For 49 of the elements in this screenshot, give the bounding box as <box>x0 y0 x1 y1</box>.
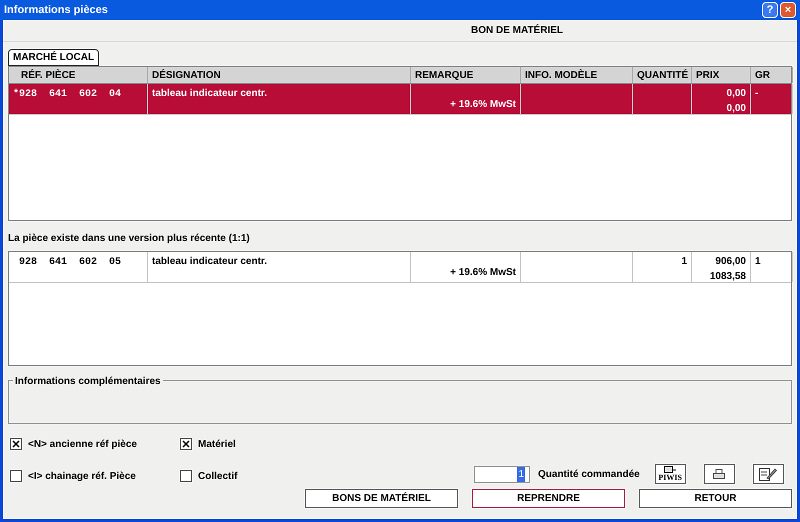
form-title: BON DE MATÉRIEL <box>470 23 564 38</box>
checkbox[interactable] <box>10 470 22 482</box>
checkbox[interactable] <box>10 438 22 450</box>
column-header[interactable]: DÉSIGNATION <box>152 68 221 82</box>
column-header[interactable]: QUANTITÉ <box>637 68 688 82</box>
print-button[interactable] <box>704 464 735 484</box>
groupbox-label: Informations complémentaires <box>13 374 163 389</box>
table-row[interactable]: 928 641 602 05 tableau indicateur centr. + 19.6% MwSt 1 906,00 1083,58 1 <box>9 252 791 283</box>
monitor-icon <box>664 466 676 474</box>
checkbox[interactable] <box>180 470 192 482</box>
table-cell-text: 0,00 <box>726 102 746 116</box>
table-cell-text: 1083,58 <box>710 270 746 284</box>
printer-icon <box>713 468 726 480</box>
checkbox[interactable] <box>180 438 192 450</box>
table-cell: tableau indicateur centr. <box>152 256 268 267</box>
close-button[interactable]: × <box>780 2 796 18</box>
table-cell: 1 <box>755 256 761 267</box>
piwis-button[interactable]: PIWIS <box>654 464 686 484</box>
window-title: Informations pièces <box>4 2 108 18</box>
table-row[interactable]: *928 641 602 04 tableau indicateur centr. + 19.6% MwSt 0,00 0,00 - <box>9 84 791 115</box>
table-cell-text: 928 641 602 05 <box>18 257 122 268</box>
column-header[interactable]: PRIX <box>696 68 720 82</box>
tab[interactable]: MARCHÉ LOCAL <box>8 49 100 66</box>
table-cell-text: + 19.6% MwSt <box>450 266 516 280</box>
column-header[interactable]: RÉF. PIÈCE <box>13 68 76 82</box>
table-cell-text: 906,00 <box>715 255 746 269</box>
table-cell: 1 <box>681 256 687 267</box>
action-button[interactable]: RETOUR <box>639 489 792 508</box>
checkbox-label: Collectif <box>198 470 238 484</box>
action-button[interactable]: BONS DE MATÉRIEL <box>305 489 458 508</box>
quantity-field[interactable]: 1 <box>474 466 530 482</box>
column-header[interactable]: REMARQUE <box>415 68 474 82</box>
table-cell: *928 641 602 04 <box>13 89 122 100</box>
edit-document-icon <box>759 467 778 481</box>
table-cell-text: 0,00 <box>726 87 746 101</box>
checkbox-label: <I> chainage réf. Pièce <box>28 470 136 484</box>
piwis-label: PIWIS <box>658 474 682 482</box>
column-header[interactable]: GR <box>755 68 770 82</box>
column-header[interactable]: INFO. MODÈLE <box>525 68 598 82</box>
table-cell: - <box>755 88 758 99</box>
section-label: La pièce existe dans une version plus récente (1:1) <box>8 232 251 246</box>
table-cell-text: + 19.6% MwSt <box>450 98 516 112</box>
table-cell: tableau indicateur centr. <box>152 88 268 99</box>
checkbox-label: Matériel <box>198 438 236 452</box>
action-button[interactable]: REPRENDRE <box>472 489 625 508</box>
edit-button[interactable] <box>752 464 784 484</box>
help-button[interactable]: ? <box>762 2 778 18</box>
checkbox-label: <N> ancienne réf pièce <box>28 438 137 452</box>
quantity-label: Quantité commandée <box>538 468 640 482</box>
